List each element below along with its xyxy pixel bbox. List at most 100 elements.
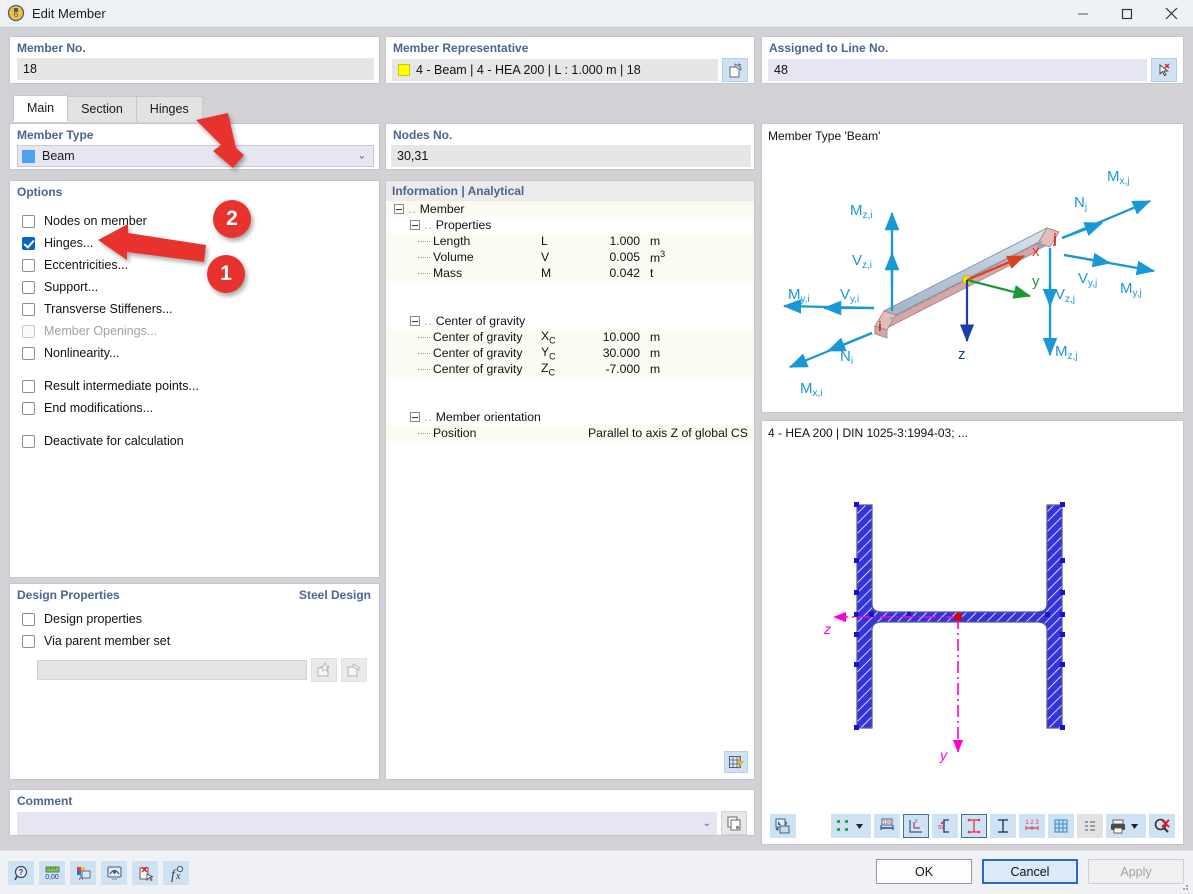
comment-label: Comment: [17, 794, 73, 808]
ok-button[interactable]: OK: [876, 859, 972, 884]
node-j-label: j: [1052, 230, 1057, 246]
nodes-no-input[interactable]: 30,31: [391, 145, 751, 167]
option-hinges[interactable]: Hinges...: [22, 232, 379, 254]
member-no-input[interactable]: 18: [17, 58, 374, 80]
chevron-down-icon[interactable]: ⌄: [703, 818, 711, 829]
options-label: Options: [17, 185, 63, 199]
cancel-button[interactable]: Cancel: [982, 859, 1078, 884]
tab-hinges[interactable]: Hinges: [135, 96, 203, 122]
minimize-button[interactable]: [1061, 0, 1105, 27]
option-via-parent-member-set[interactable]: Via parent member set: [22, 630, 379, 652]
tree-row-properties[interactable]: .. Properties: [386, 217, 754, 233]
option-nodes-on-member[interactable]: Nodes on member: [22, 210, 379, 232]
tree-row-member[interactable]: .. Member: [386, 201, 754, 217]
row-label: Volume: [433, 250, 474, 264]
tab-section[interactable]: Section: [67, 96, 137, 122]
information-group: Information | Analytical .. Member .. Pr…: [385, 180, 755, 780]
row-value: 0.005: [609, 250, 641, 264]
table-row[interactable]: Mass M 0.042 t: [386, 265, 754, 281]
formula-button[interactable]: f x: [163, 861, 189, 885]
table-row[interactable]: Volume V 0.005 m3: [386, 249, 754, 265]
design-properties-label: Design Properties: [17, 588, 120, 602]
table-row[interactable]: Center of gravity YC 30.000 m: [386, 345, 754, 361]
option-nonlinearity[interactable]: Nonlinearity...: [22, 342, 379, 364]
shear-center-button[interactable]: sc: [932, 814, 958, 838]
option-transverse-stiffeners[interactable]: Transverse Stiffeners...: [22, 298, 379, 320]
collapse-icon[interactable]: [410, 412, 420, 422]
comment-input[interactable]: ⌄: [17, 811, 717, 835]
row-label: Mass: [433, 266, 463, 280]
checkbox-icon[interactable]: [22, 302, 35, 316]
assigned-to-line-input[interactable]: 48: [768, 59, 1147, 81]
table-export-icon[interactable]: [724, 751, 748, 773]
view-export-button[interactable]: [770, 814, 796, 838]
parent-member-set-input[interactable]: [37, 660, 307, 680]
row-symbol: L: [541, 234, 548, 248]
row-symbol: YC: [541, 344, 556, 362]
list-icon: [1085, 821, 1095, 831]
collapse-icon[interactable]: [410, 316, 420, 326]
close-button[interactable]: [1149, 0, 1193, 27]
collapse-icon[interactable]: [410, 220, 420, 230]
copy-icon[interactable]: [721, 811, 747, 835]
annotation-badge-2: 2: [213, 200, 251, 238]
nodes-no-group: Nodes No. 30,31: [385, 123, 755, 170]
checkbox-icon[interactable]: [22, 401, 35, 415]
edit-properties-icon[interactable]: [722, 58, 748, 82]
grid-button[interactable]: [1048, 814, 1074, 838]
option-design-properties[interactable]: Design properties: [22, 608, 379, 630]
checkbox-icon[interactable]: [22, 346, 35, 360]
label-myi: My,i: [788, 286, 810, 305]
collapse-icon[interactable]: [394, 204, 404, 214]
checkbox-icon[interactable]: [22, 379, 35, 393]
dimensions-button[interactable]: 100: [874, 814, 900, 838]
print-button[interactable]: [1106, 814, 1146, 838]
option-end-modifications[interactable]: End modifications...: [22, 397, 379, 419]
option-support[interactable]: Support...: [22, 276, 379, 298]
label-myj: My,j: [1120, 280, 1142, 299]
checkbox-icon[interactable]: [22, 214, 35, 228]
member-type-dropdown[interactable]: Beam ⌄: [17, 145, 374, 167]
option-deactivate-for-calculation[interactable]: Deactivate for calculation: [22, 430, 379, 452]
option-label: Hinges...: [44, 236, 94, 250]
maximize-button[interactable]: [1105, 0, 1149, 27]
table-row[interactable]: Center of gravity XC 10.000 m: [386, 329, 754, 345]
table-row[interactable]: Length L 1.000 m: [386, 233, 754, 249]
table-row[interactable]: Center of gravity ZC -7.000 m: [386, 361, 754, 377]
resize-grip[interactable]: [1178, 880, 1190, 892]
tree-row-member-orientation[interactable]: .. Member orientation: [386, 409, 754, 425]
checkbox-icon[interactable]: [22, 612, 35, 626]
display-properties-button[interactable]: A: [70, 861, 96, 885]
section-local-axes: [833, 611, 964, 753]
visibility-button[interactable]: [101, 861, 127, 885]
numbering-button[interactable]: 1 2 3: [1019, 814, 1045, 838]
row-label: Length: [433, 234, 471, 248]
local-axes-button[interactable]: y: [903, 814, 929, 838]
checkbox-checked-icon[interactable]: [22, 236, 35, 250]
units-button[interactable]: 0,00: [39, 861, 65, 885]
section-outline-button[interactable]: [990, 814, 1016, 838]
tree-row-center-of-gravity[interactable]: .. Center of gravity: [386, 313, 754, 329]
member-representative-input[interactable]: 4 - Beam | 4 - HEA 200 | L : 1.000 m | 1…: [392, 59, 718, 81]
option-eccentricities[interactable]: Eccentricities...: [22, 254, 379, 276]
table-row[interactable]: Position Parallel to axis Z of global CS: [386, 425, 754, 441]
section-dimensions-button[interactable]: [961, 814, 987, 838]
checkbox-icon[interactable]: [22, 258, 35, 272]
tab-main[interactable]: Main: [13, 95, 69, 122]
checkbox-icon[interactable]: [22, 634, 35, 648]
zoom-reset-button[interactable]: [1149, 814, 1175, 838]
visibility-icon: [107, 866, 121, 880]
beam-diagram[interactable]: x y z i j Mz,i Vz,i My,i Vy,i Ni Mx,i Nj…: [762, 143, 1183, 405]
spacer-row: [386, 377, 754, 393]
checkbox-icon[interactable]: [22, 280, 35, 294]
member-no-group: Member No. 18: [9, 36, 380, 84]
checkbox-icon[interactable]: [22, 434, 35, 448]
node-display-button[interactable]: [831, 814, 871, 838]
delete-button[interactable]: [132, 861, 158, 885]
pick-line-icon[interactable]: [1151, 58, 1177, 82]
option-result-intermediate-points[interactable]: Result intermediate points...: [22, 375, 379, 397]
option-label: Nodes on member: [44, 214, 147, 228]
label-mxi: Mx,i: [800, 380, 823, 399]
section-diagram[interactable]: z y: [762, 440, 1183, 790]
help-button[interactable]: ?: [8, 861, 34, 885]
